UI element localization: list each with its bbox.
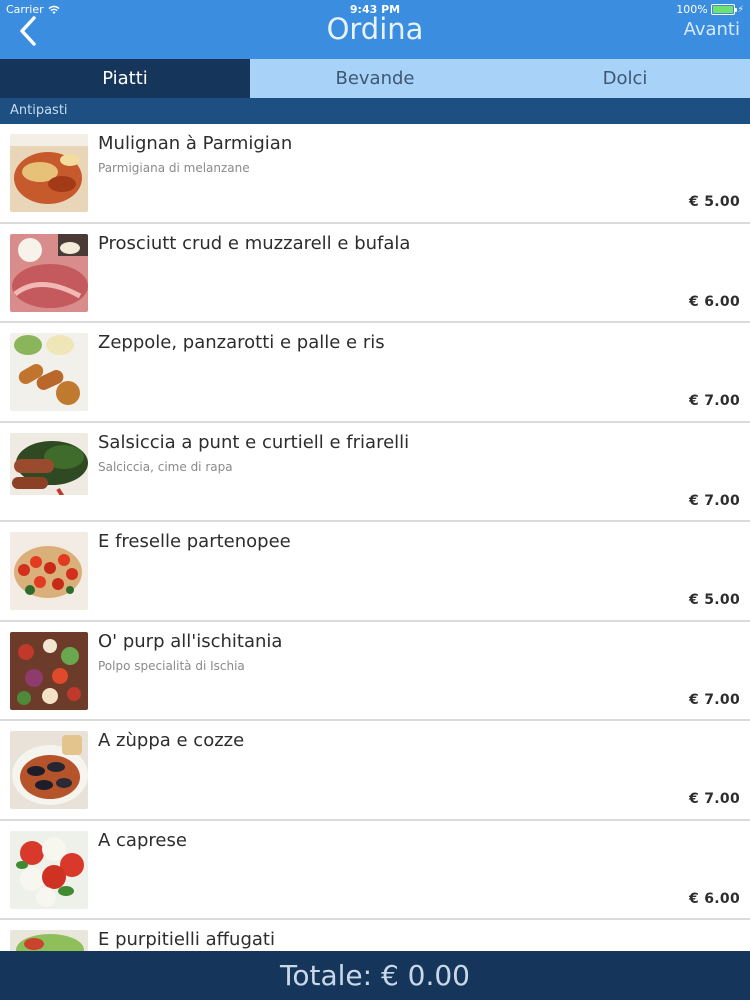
dish-price: € 7.00 [689,492,740,509]
menu-item[interactable]: A caprese € 6.00 [0,820,750,920]
menu-item[interactable]: A zùppa e cozze € 7.00 [0,721,750,821]
dish-price: € 6.00 [689,890,740,907]
dish-name: A zùppa e cozze [98,730,245,751]
dish-name: E purpitielli affugati [98,929,275,950]
status-bar: Carrier 9:43 PM 100% ⚡ [0,0,750,20]
dish-description: Polpo specialità di Ischia [98,658,245,673]
category-tabs: Piatti Bevande Dolci [0,59,750,98]
dish-name: Salsiccia a punt e curtiell e friarelli [98,431,410,453]
dish-image [10,830,88,909]
dish-name: Prosciutt crud e muzzarell e bufala [98,232,411,254]
dish-image [10,432,88,511]
dish-image [10,631,88,710]
tab-piatti[interactable]: Piatti [0,59,250,98]
menu-item[interactable]: E purpitielli affugati [0,920,750,951]
dish-description: Parmigiana di melanzane [98,161,250,175]
menu-list[interactable]: Mulignan à Parmigian Parmigiana di melan… [0,124,750,951]
section-header: Antipasti [0,98,750,124]
tab-bevande[interactable]: Bevande [250,59,500,98]
battery-percentage: 100% [676,3,708,16]
tab-dolci[interactable]: Dolci [500,59,750,98]
dish-image [10,731,88,809]
dish-name: A caprese [98,829,187,851]
menu-item[interactable]: O' purp all'ischitania Polpo specialità … [0,621,750,721]
order-screen: Carrier 9:43 PM 100% ⚡ Ordina Avanti Pia… [0,0,750,1000]
dish-price: € 7.00 [689,393,740,409]
status-time: 9:43 PM [349,3,401,16]
dish-price: € 5.00 [689,194,740,210]
back-button[interactable] [14,14,44,48]
dish-price: € 5.00 [689,592,740,608]
dish-image [10,930,88,951]
dish-image [10,134,88,212]
dish-name: Zeppole, panzarotti e palle e ris [98,332,385,353]
next-button[interactable]: Avanti [684,19,740,40]
dish-price: € 7.00 [689,691,740,708]
dish-price: € 6.00 [689,293,740,310]
dish-image [10,532,88,610]
menu-item[interactable]: Prosciutt crud e muzzarell e bufala € 6.… [0,223,750,323]
lightning-icon: ⚡ [737,4,744,15]
dish-image [10,233,88,312]
dish-description: Salciccia, cime di rapa [98,459,233,474]
battery-icon [710,4,737,15]
dish-image [10,333,88,411]
battery-level [712,6,733,13]
order-total: Totale: € 0.00 [279,959,470,992]
dish-name: E freselle partenopee [98,531,291,552]
navigation-header: Carrier 9:43 PM 100% ⚡ Ordina Avanti [0,0,750,59]
menu-item[interactable]: Zeppole, panzarotti e palle e ris € 7.00 [0,323,750,423]
menu-item[interactable]: Mulignan à Parmigian Parmigiana di melan… [0,124,750,224]
menu-item[interactable]: E freselle partenopee € 5.00 [0,522,750,622]
dish-name: Mulignan à Parmigian [98,133,293,154]
dish-price: € 7.00 [689,791,740,807]
dish-name: O' purp all'ischitania [98,630,283,652]
battery-indicator: 100% ⚡ [676,3,744,16]
menu-item[interactable]: Salsiccia a punt e curtiell e friarelli … [0,422,750,522]
order-total-bar[interactable]: Totale: € 0.00 [0,951,750,1000]
chevron-left-icon [20,16,36,46]
